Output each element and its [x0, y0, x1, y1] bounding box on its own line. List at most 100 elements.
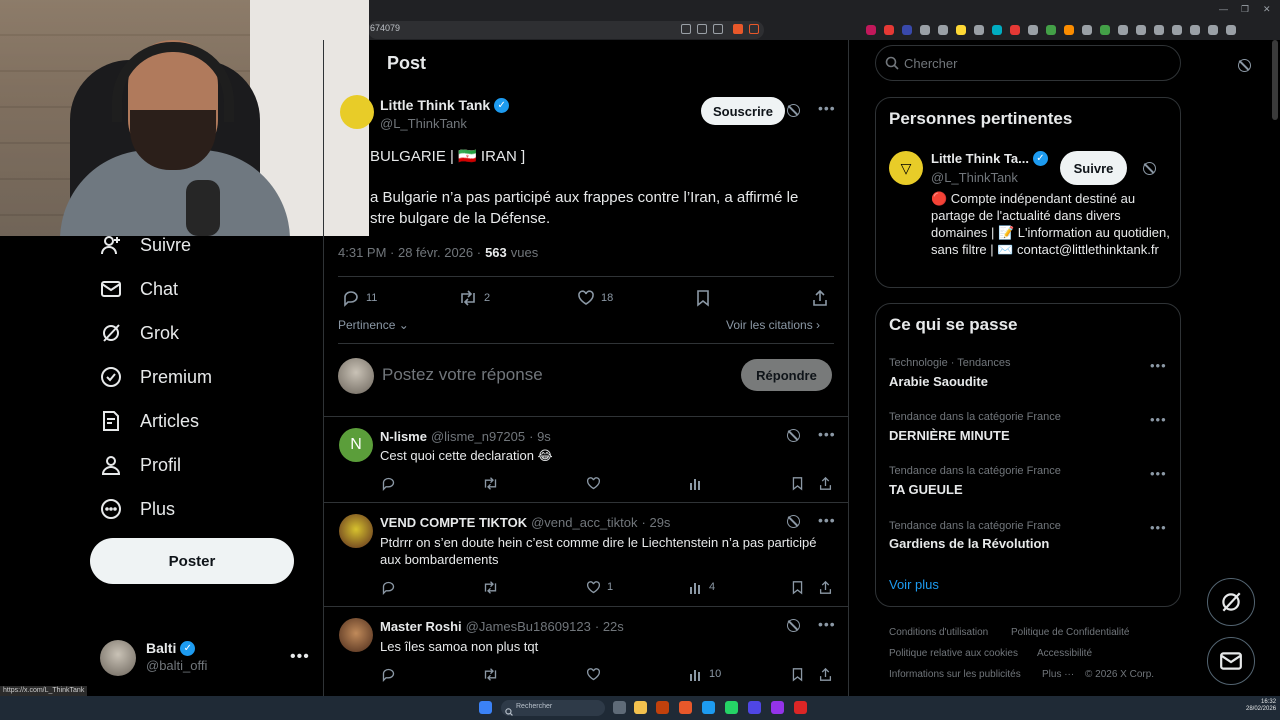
trend-more-icon[interactable]: •••: [1150, 358, 1167, 373]
see-more-link[interactable]: Voir plus: [889, 577, 939, 592]
nav-item-premium[interactable]: Premium: [100, 363, 212, 391]
discord-icon[interactable]: [748, 701, 761, 714]
trend-name[interactable]: Arabie Saoudite: [889, 374, 988, 389]
extension-icon[interactable]: [1154, 25, 1164, 35]
grok-icon[interactable]: [787, 429, 800, 442]
extension-icon[interactable]: [866, 25, 876, 35]
reply-icon[interactable]: [381, 667, 396, 682]
views-icon[interactable]: 10: [689, 667, 721, 681]
comment-more-icon[interactable]: •••: [818, 426, 836, 442]
reply-action[interactable]: 11: [342, 289, 377, 307]
extension-icon[interactable]: [1208, 25, 1218, 35]
brave-icon[interactable]: [679, 701, 692, 714]
nav-item-follow[interactable]: Suivre: [100, 231, 191, 259]
account-menu-icon[interactable]: •••: [290, 648, 310, 666]
reply-icon[interactable]: [381, 580, 396, 595]
task-view-icon[interactable]: [613, 701, 626, 714]
grok-icon[interactable]: [787, 104, 800, 117]
subscribe-button[interactable]: Souscrire: [701, 97, 785, 125]
extension-icon[interactable]: [884, 25, 894, 35]
trend-name[interactable]: DERNIÈRE MINUTE: [889, 428, 1010, 443]
extension-icon[interactable]: [920, 25, 930, 35]
avatar[interactable]: [100, 640, 136, 676]
clock[interactable]: 16:32 28/02/2026: [1246, 699, 1276, 713]
post-button[interactable]: Poster: [90, 538, 294, 584]
minimize-icon[interactable]: —: [1219, 4, 1228, 14]
like-action[interactable]: 18: [577, 289, 613, 307]
footer-link[interactable]: Accessibilité: [1037, 648, 1092, 659]
windows-start-icon[interactable]: [479, 701, 492, 714]
views-icon[interactable]: 4: [689, 580, 715, 594]
repost-icon[interactable]: [482, 580, 499, 594]
bookmark-icon[interactable]: [791, 476, 804, 491]
extension-icon[interactable]: [1118, 25, 1128, 35]
views-icon[interactable]: [689, 476, 709, 490]
extension-icon[interactable]: [974, 25, 984, 35]
extension-icon[interactable]: [1046, 25, 1056, 35]
app-icon[interactable]: [794, 701, 807, 714]
extension-icon[interactable]: [938, 25, 948, 35]
app-icon[interactable]: [656, 701, 669, 714]
follow-button[interactable]: Suivre: [1060, 151, 1127, 185]
extension-icon[interactable]: [1100, 25, 1110, 35]
extension-icon[interactable]: [992, 25, 1002, 35]
install-icon[interactable]: [697, 24, 707, 34]
nav-item-grok[interactable]: Grok: [100, 319, 179, 347]
reply-button[interactable]: Répondre: [741, 359, 832, 391]
comment-author-name[interactable]: Master Roshi: [380, 619, 462, 634]
heart-icon[interactable]: 1: [586, 580, 613, 594]
sort-filter[interactable]: Pertinence ⌄: [338, 318, 409, 332]
bookmark-icon[interactable]: [791, 580, 804, 595]
heart-icon[interactable]: [586, 667, 607, 681]
avatar[interactable]: [339, 514, 373, 548]
author-name-row[interactable]: Little Think Tank ✓: [380, 97, 510, 113]
avatar[interactable]: ▽: [889, 151, 923, 185]
extension-icon[interactable]: [956, 25, 966, 35]
reply-icon[interactable]: [381, 476, 396, 491]
post-more-icon[interactable]: •••: [818, 100, 836, 116]
trend-name[interactable]: Gardiens de la Révolution: [889, 536, 1049, 551]
footer-link[interactable]: Politique de Confidentialité: [1011, 627, 1129, 638]
share-icon[interactable]: [819, 580, 832, 594]
quotes-link[interactable]: Voir les citations ›: [726, 318, 820, 332]
extension-icon[interactable]: [902, 25, 912, 35]
comment-more-icon[interactable]: •••: [818, 512, 836, 528]
bookmark-icon[interactable]: [791, 667, 804, 682]
person-name[interactable]: Little Think Ta...: [931, 151, 1029, 166]
person-name-row[interactable]: Little Think Ta... ✓: [931, 151, 1048, 166]
author-handle[interactable]: @L_ThinkTank: [380, 116, 467, 131]
nav-item-chat[interactable]: Chat: [100, 275, 178, 303]
grok-fab-button[interactable]: [1207, 578, 1255, 626]
post-timestamp[interactable]: 4:31 PM · 28 févr. 2026 ·: [338, 245, 481, 260]
file-explorer-icon[interactable]: [634, 701, 647, 714]
extension-icon[interactable]: [1136, 25, 1146, 35]
zoom-icon[interactable]: [681, 24, 691, 34]
messages-fab-button[interactable]: [1207, 637, 1255, 685]
trend-more-icon[interactable]: •••: [1150, 466, 1167, 481]
repost-action[interactable]: 2: [458, 289, 490, 307]
share-action[interactable]: [812, 289, 828, 307]
grok-icon[interactable]: [787, 515, 800, 528]
avatar[interactable]: N: [339, 428, 373, 462]
person-handle[interactable]: @L_ThinkTank: [931, 170, 1018, 185]
footer-link[interactable]: Conditions d'utilisation: [889, 627, 988, 638]
whatsapp-icon[interactable]: [725, 701, 738, 714]
grok-icon[interactable]: [787, 619, 800, 632]
extension-icon[interactable]: [1190, 25, 1200, 35]
restore-icon[interactable]: ❐: [1241, 4, 1249, 15]
close-window-icon[interactable]: ✕: [1263, 4, 1271, 15]
nav-item-articles[interactable]: Articles: [100, 407, 199, 435]
grok-icon[interactable]: [1238, 59, 1251, 72]
share-icon[interactable]: [713, 24, 723, 34]
extension-icon[interactable]: [1226, 25, 1236, 35]
bookmark-action[interactable]: [695, 289, 711, 307]
share-icon[interactable]: [819, 667, 832, 681]
repost-icon[interactable]: [482, 476, 499, 490]
repost-icon[interactable]: [482, 667, 499, 681]
trend-more-icon[interactable]: •••: [1150, 412, 1167, 427]
nav-item-more[interactable]: Plus: [100, 495, 175, 523]
comment-more-icon[interactable]: •••: [818, 616, 836, 632]
extension-icon[interactable]: [1028, 25, 1038, 35]
avatar[interactable]: [339, 618, 373, 652]
comment-author-name[interactable]: N-lisme: [380, 429, 427, 444]
